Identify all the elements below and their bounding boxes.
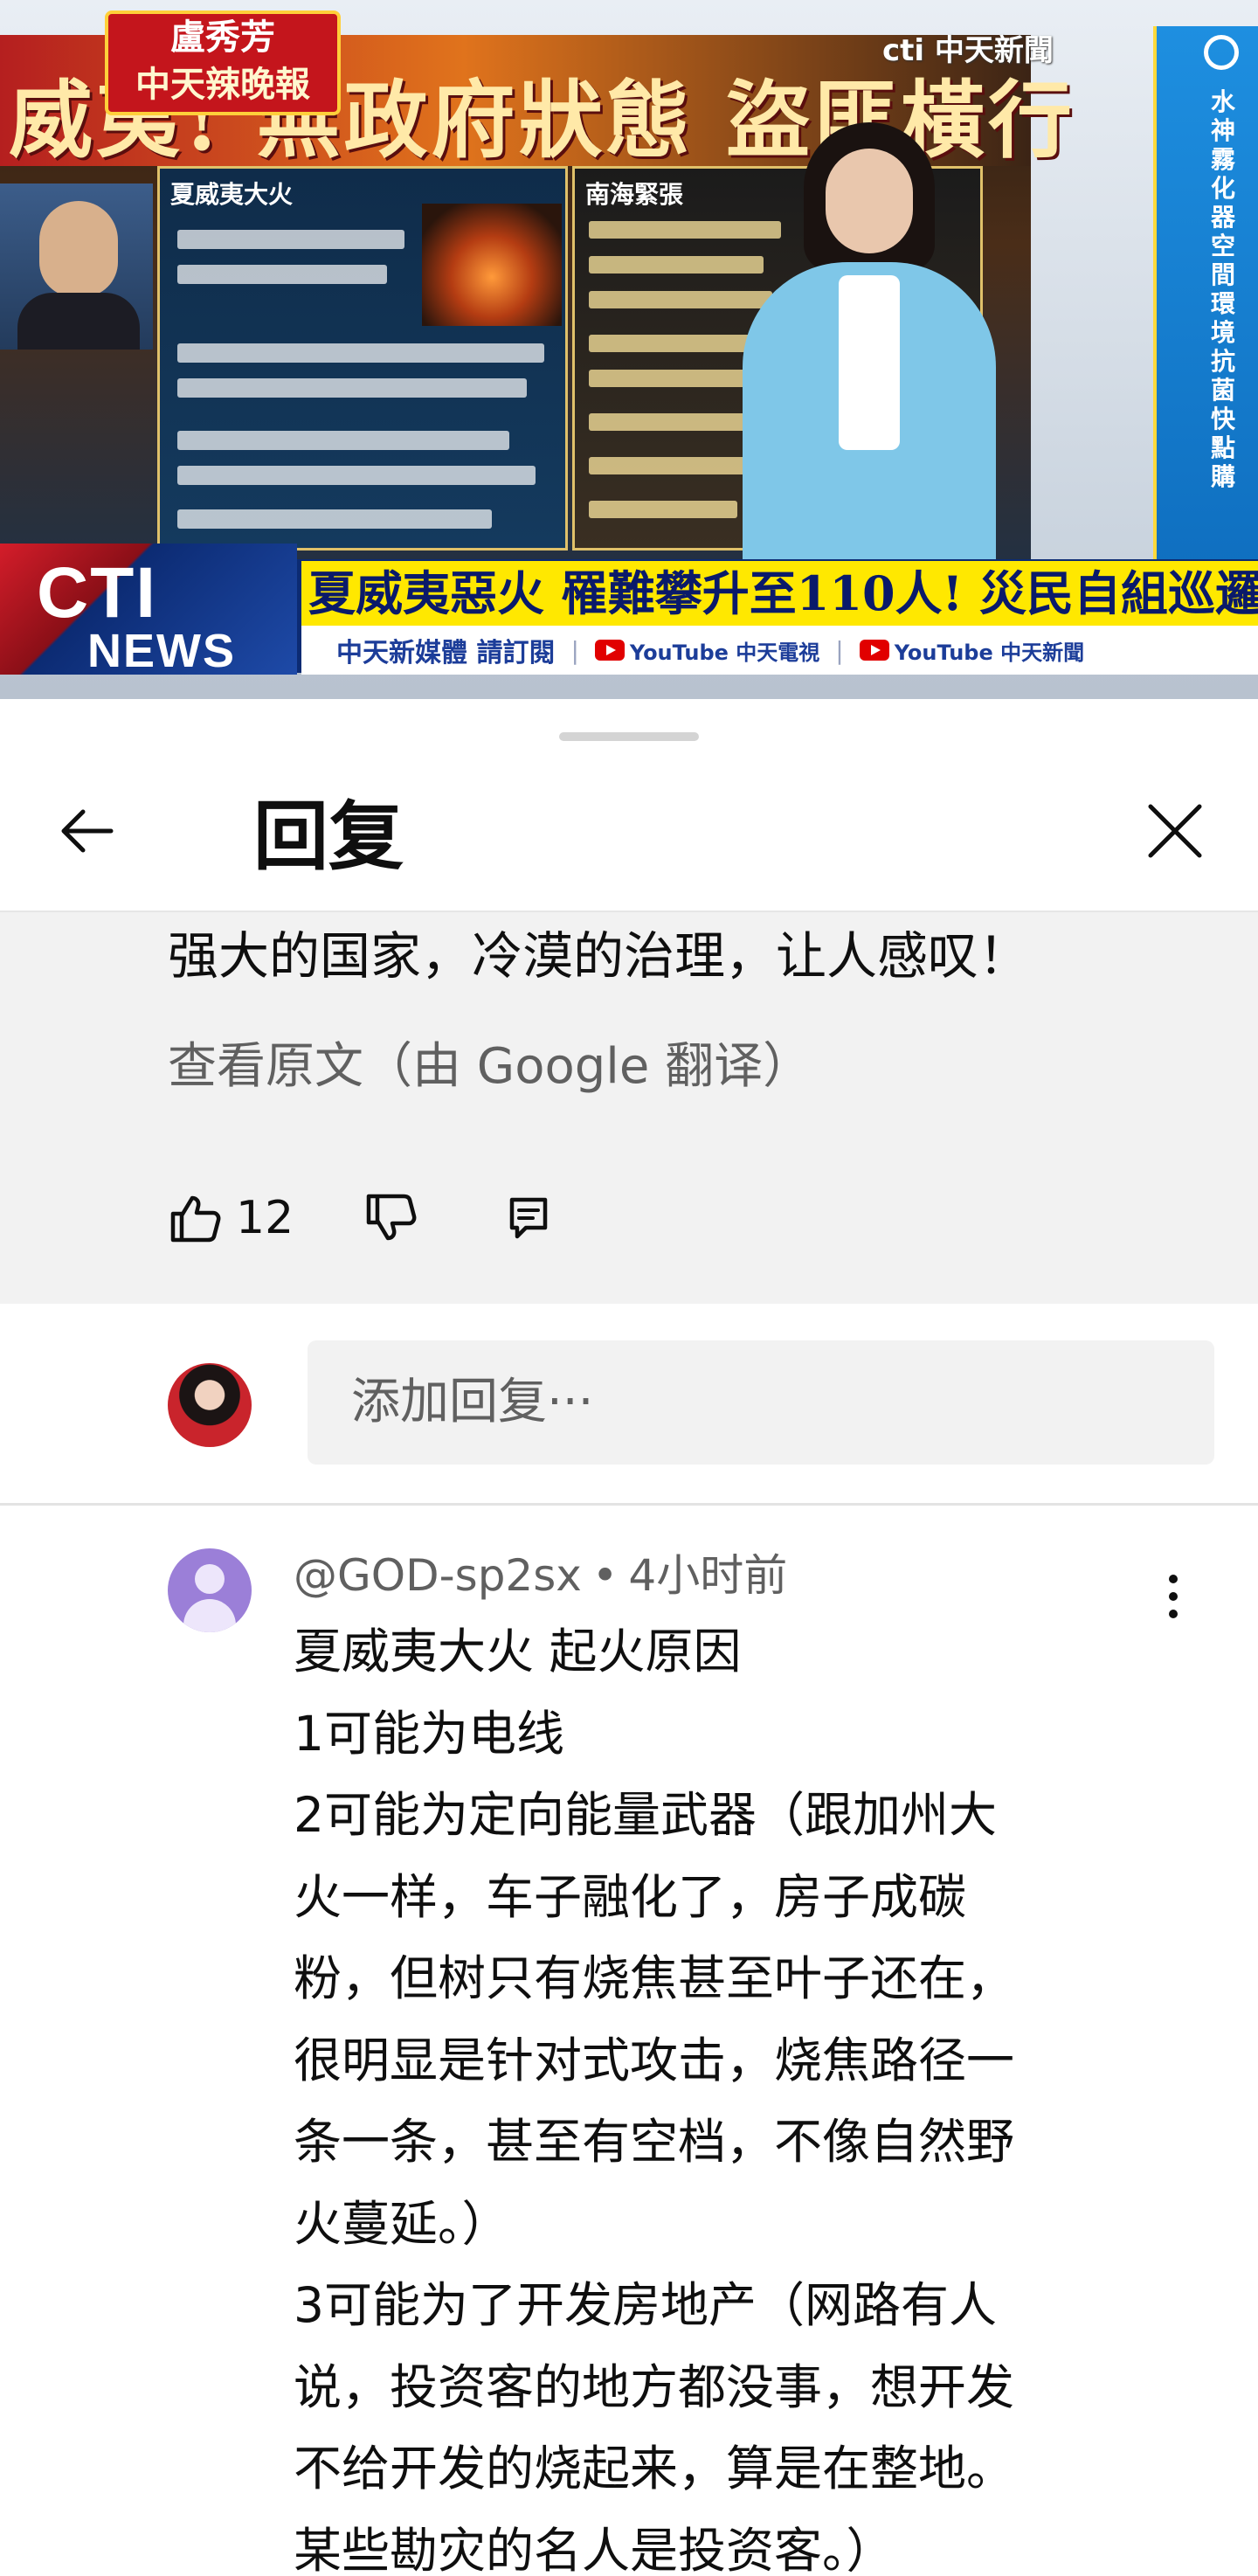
- host-name: 盧秀芳: [170, 17, 275, 58]
- avatar: [168, 1363, 252, 1447]
- youtube-icon: [859, 640, 889, 661]
- thumbs-down-icon: [366, 1194, 417, 1241]
- comment-text: 强大的国家，冷漠的治理，让人感叹！: [168, 926, 1030, 986]
- search-icon: [1204, 35, 1239, 70]
- panel-text-line: [589, 413, 746, 431]
- like-count: 12: [236, 1192, 294, 1244]
- youtube-icon: [594, 640, 625, 661]
- panel-title: 南海緊張: [585, 180, 684, 209]
- logo-news: NEWS: [87, 625, 236, 677]
- comment-line: 条一条，甚至有空档，不像自然野: [294, 2114, 1015, 2170]
- logo-cti: CTI: [37, 553, 158, 633]
- sponsor-text: 水神霧化器 空間環境抗菌 快點購: [1210, 87, 1235, 491]
- avatar[interactable]: [168, 1548, 252, 1632]
- politician-portrait: [0, 184, 153, 350]
- user-icon: [195, 1564, 225, 1594]
- news-anchor: [743, 122, 996, 559]
- panel-text-line: [177, 509, 492, 529]
- panel-text-line: [589, 256, 764, 274]
- more-dot: [1169, 1592, 1178, 1601]
- more-dot: [1169, 1575, 1178, 1583]
- fire-photo: [422, 204, 562, 326]
- panel-text-line: [589, 457, 764, 474]
- panel-text-line: [589, 335, 755, 352]
- youtube-channel-name: YouTube 中天電視: [629, 640, 820, 665]
- comment-time: 4小时前: [628, 1550, 788, 1601]
- see-original-link[interactable]: 查看原文（由 Google 翻译）: [168, 1035, 812, 1099]
- comment-line: 很明显是针对式攻击，烧焦路径一: [294, 2032, 1015, 2088]
- panel-text-line: [177, 265, 387, 284]
- youtube-channel-name: YouTube 中天新聞: [894, 640, 1085, 665]
- arrow-left-icon: [61, 809, 114, 853]
- portrait-face: [39, 201, 118, 297]
- reply-input[interactable]: 添加回复···: [308, 1340, 1214, 1465]
- close-icon: [1148, 804, 1202, 858]
- divider: [0, 1503, 1258, 1506]
- comment-line: 火蔓延。）: [294, 2195, 510, 2252]
- panel-text-line: [589, 501, 737, 518]
- panel-text-line: [589, 370, 764, 387]
- panel-text-line: [177, 466, 536, 485]
- comment-actions: 12: [168, 1190, 552, 1246]
- comment-meta: @GOD-sp2sx • 4小时前: [294, 1548, 787, 1603]
- like-button[interactable]: 12: [168, 1191, 294, 1245]
- parent-comment: 强大的国家，冷漠的治理，让人感叹！ 查看原文（由 Google 翻译） 12: [0, 912, 1258, 1304]
- youtube-channel-badge: YouTube 中天電視: [594, 635, 820, 666]
- video-player[interactable]: 威夷! 無政府狀態 盜匪橫行 盧秀芳 中天辣晚報 夏威夷大火 南海緊張 cti …: [0, 0, 1258, 699]
- show-badge: 盧秀芳 中天辣晚報: [105, 10, 341, 115]
- comment-line: 夏威夷大火 起火原因: [294, 1624, 742, 1679]
- comment-line: 粉，但树只有烧焦甚至叶子还在，: [294, 1950, 1015, 2006]
- add-reply-row: 添加回复···: [0, 1304, 1258, 1503]
- comment-line: 1可能为电线: [294, 1705, 564, 1762]
- cti-news-logo: CTI NEWS: [0, 544, 297, 677]
- divider: |: [570, 635, 579, 665]
- replies-sheet: 回复 强大的国家，冷漠的治理，让人感叹！ 查看原文（由 Google 翻译） 1…: [0, 699, 1258, 2576]
- news-subbar: 中天新媒體 請訂閱 | YouTube 中天電視 | YouTube 中天新聞: [301, 626, 1258, 675]
- comment-line: 不给开发的烧起来，算是在整地。: [294, 2441, 1015, 2496]
- board-panel-hawaii: 夏威夷大火: [157, 166, 568, 551]
- comment-line: 3可能为了开发房地产（网路有人: [294, 2277, 997, 2333]
- subscribe-text: 中天新媒體 請訂閱: [336, 638, 556, 668]
- panel-title: 夏威夷大火: [170, 180, 294, 209]
- user-icon-body: [183, 1599, 236, 1632]
- reply-comment: @GOD-sp2sx • 4小时前 夏威夷大火 起火原因 1可能为电线 2可能为定向…: [0, 1506, 1258, 2576]
- anchor-face: [826, 149, 913, 253]
- comment-line: 火一样，车子融化了，房子成碳: [294, 1868, 967, 1925]
- thumbs-up-icon: [170, 1195, 221, 1243]
- comment-line: 某些勘灾的名人是投资客。）: [294, 2522, 895, 2576]
- sheet-header: 回复: [0, 751, 1258, 911]
- channel-logo: cti 中天新聞: [882, 33, 1054, 68]
- comment-line: 说，投资客的地方都没事，想开发: [294, 2358, 1015, 2415]
- meta-separator: •: [591, 1550, 619, 1601]
- divider: |: [835, 635, 844, 665]
- panel-text-line: [177, 378, 527, 398]
- comment-text: 夏威夷大火 起火原因 1可能为电线 2可能为定向能量武器（跟加州大 火一样，车子…: [294, 1611, 1220, 2576]
- panel-text-line: [177, 343, 544, 363]
- panel-text-line: [177, 431, 509, 450]
- show-name: 中天辣晚報: [135, 64, 310, 105]
- reply-button[interactable]: [505, 1195, 552, 1242]
- news-headline: 夏威夷惡火 罹難攀升至110人! 災民自組巡邏隊保護物資: [301, 561, 1258, 626]
- sheet-title: 回复: [253, 793, 404, 881]
- panel-text-line: [177, 230, 404, 249]
- close-button[interactable]: [1136, 792, 1214, 870]
- comment-icon: [509, 1197, 548, 1239]
- author-name[interactable]: @GOD-sp2sx: [294, 1550, 582, 1601]
- dislike-button[interactable]: [363, 1191, 418, 1245]
- anchor-shirt: [839, 275, 900, 450]
- comment-line: 2可能为定向能量武器（跟加州大: [294, 1787, 997, 1843]
- drag-handle[interactable]: [559, 732, 699, 741]
- back-button[interactable]: [45, 792, 124, 870]
- youtube-channel-badge: YouTube 中天新聞: [859, 635, 1085, 666]
- portrait-suit: [17, 293, 140, 350]
